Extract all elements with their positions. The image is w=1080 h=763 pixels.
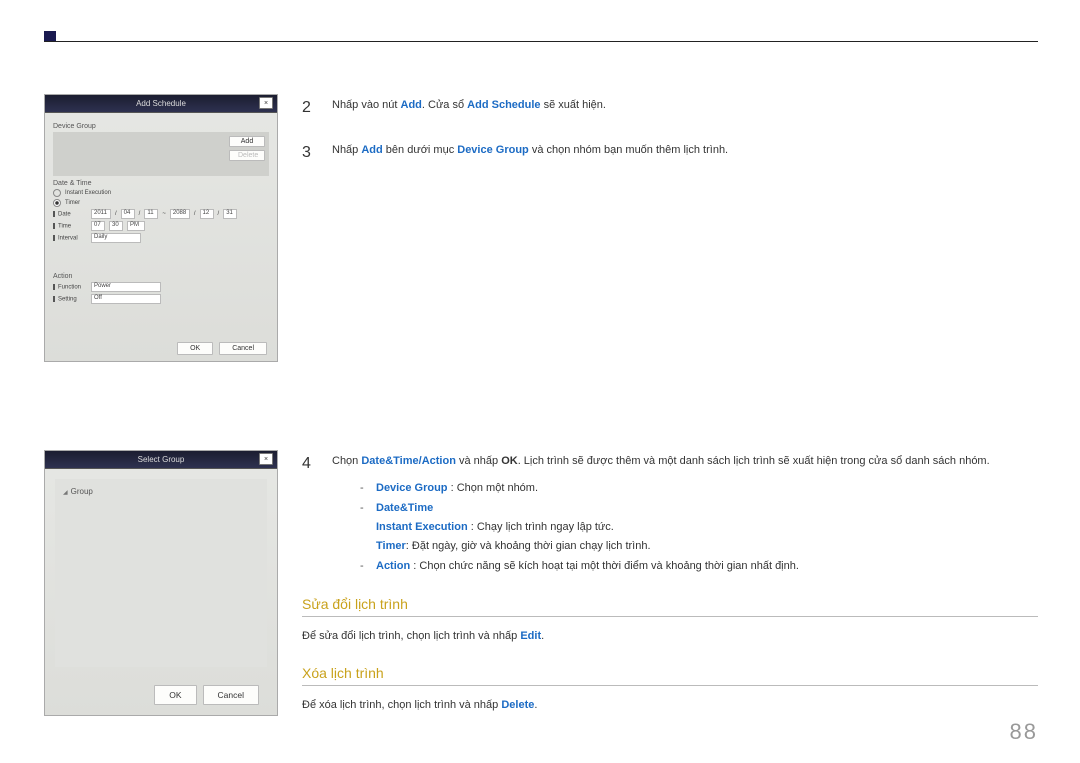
dash-icon: - bbox=[360, 499, 370, 555]
text: sẽ xuất hiện. bbox=[541, 99, 606, 111]
text: : Chạy lịch trình ngay lập tức. bbox=[468, 521, 614, 533]
time-min[interactable]: 30 bbox=[109, 221, 123, 231]
keyword-add-schedule: Add Schedule bbox=[467, 99, 540, 111]
instruction-steps-bottom: 4 Chọn Date&Time/Action và nhấp OK. Lịch… bbox=[302, 450, 1038, 722]
datetime-label: Date & Time bbox=[53, 180, 269, 187]
screenshot-add-schedule: Add Schedule × Device Group Add Delete D… bbox=[44, 94, 278, 362]
date-month-to[interactable]: 12 bbox=[200, 209, 214, 219]
time-ampm[interactable]: PM bbox=[127, 221, 145, 231]
step-body: Nhấp Add bên dưới mục Device Group và ch… bbox=[332, 139, 728, 166]
step-body: Nhấp vào nút Add. Cửa sổ Add Schedule sẽ… bbox=[332, 94, 606, 121]
page-number: 88 bbox=[1010, 719, 1038, 745]
sub-item-datetime: - Date&Time Instant Execution : Chạy lịc… bbox=[360, 499, 990, 555]
date-day-to[interactable]: 31 bbox=[223, 209, 237, 219]
header-accent bbox=[44, 31, 56, 41]
interval-select[interactable]: Daily bbox=[91, 233, 141, 243]
time-label: Time bbox=[53, 223, 87, 230]
tree-root[interactable]: Group bbox=[71, 487, 93, 496]
text: . Cửa sổ bbox=[422, 99, 467, 111]
ok-button[interactable]: OK bbox=[177, 342, 213, 355]
step-number: 4 bbox=[302, 450, 320, 578]
date-label: Date bbox=[53, 211, 87, 218]
cancel-button[interactable]: Cancel bbox=[219, 342, 267, 355]
step-number: 2 bbox=[302, 94, 320, 121]
function-select[interactable]: Power bbox=[91, 282, 161, 292]
text: và chọn nhóm bạn muốn thêm lịch trình. bbox=[529, 144, 728, 156]
step-number: 3 bbox=[302, 139, 320, 166]
keyword-device-group: Device Group bbox=[457, 144, 529, 156]
text: Chọn bbox=[332, 455, 361, 467]
keyword-action: Action bbox=[422, 455, 456, 467]
date-tilde: ~ bbox=[162, 211, 166, 217]
close-icon[interactable]: × bbox=[259, 453, 273, 465]
step-4-sub-list: - Device Group : Chọn một nhóm. - Date&T… bbox=[360, 479, 990, 576]
device-group-box: Add Delete bbox=[53, 132, 269, 176]
step-4: 4 Chọn Date&Time/Action và nhấp OK. Lịch… bbox=[302, 450, 1038, 578]
close-icon[interactable]: × bbox=[259, 97, 273, 109]
text: . bbox=[534, 699, 537, 711]
step-2: 2 Nhấp vào nút Add. Cửa sổ Add Schedule … bbox=[302, 94, 1038, 121]
text: Nhấp vào nút bbox=[332, 99, 401, 111]
header-rule bbox=[44, 41, 1038, 42]
interval-label: Interval bbox=[53, 235, 87, 242]
sub-item-action: - Action : Chọn chức năng sẽ kích hoạt t… bbox=[360, 557, 990, 576]
keyword-action: Action bbox=[376, 560, 410, 572]
radio-instant[interactable] bbox=[53, 189, 61, 197]
radio-timer[interactable] bbox=[53, 199, 61, 207]
delete-button[interactable]: Delete bbox=[229, 150, 265, 161]
cancel-button[interactable]: Cancel bbox=[203, 685, 259, 705]
setting-label: Setting bbox=[53, 296, 87, 303]
date-year-to[interactable]: 2088 bbox=[170, 209, 190, 219]
keyword-ok: OK bbox=[501, 455, 518, 467]
text: Nhấp bbox=[332, 144, 361, 156]
add-button[interactable]: Add bbox=[229, 136, 265, 147]
modify-paragraph: Để sửa đổi lịch trình, chọn lịch trình v… bbox=[302, 627, 1038, 647]
sub-item-device-group: - Device Group : Chọn một nhóm. bbox=[360, 479, 990, 498]
ok-button[interactable]: OK bbox=[154, 685, 196, 705]
dialog-title-bar: Add Schedule × bbox=[45, 95, 277, 113]
text: . bbox=[541, 630, 544, 642]
keyword-instant-execution: Instant Execution bbox=[376, 521, 468, 533]
instant-execution-label: Instant Execution bbox=[65, 190, 111, 196]
chevron-right-icon[interactable]: ◢ bbox=[63, 490, 68, 496]
device-group-label: Device Group bbox=[53, 123, 269, 130]
heading-delete-schedule: Xóa lịch trình bbox=[302, 665, 1038, 686]
dash-icon: - bbox=[360, 479, 370, 498]
heading-modify-schedule: Sửa đổi lịch trình bbox=[302, 596, 1038, 617]
step-3: 3 Nhấp Add bên dưới mục Device Group và … bbox=[302, 139, 1038, 166]
step-body: Chọn Date&Time/Action và nhấp OK. Lịch t… bbox=[332, 450, 990, 578]
dialog-title-bar: Select Group × bbox=[45, 451, 277, 469]
keyword-datetime: Date&Time bbox=[361, 455, 418, 467]
text: : Chọn chức năng sẽ kích hoạt tại một th… bbox=[410, 560, 799, 572]
group-tree-area[interactable]: ◢Group bbox=[55, 479, 267, 667]
keyword-add: Add bbox=[361, 144, 382, 156]
keyword-datetime: Date&Time bbox=[376, 502, 433, 514]
instruction-steps-top: 2 Nhấp vào nút Add. Cửa sổ Add Schedule … bbox=[302, 94, 1038, 184]
keyword-add: Add bbox=[401, 99, 422, 111]
time-hour[interactable]: 07 bbox=[91, 221, 105, 231]
text: bên dưới mục bbox=[383, 144, 458, 156]
dialog-title: Add Schedule bbox=[136, 99, 186, 108]
text: và nhấp bbox=[456, 455, 501, 467]
keyword-device-group: Device Group bbox=[376, 482, 448, 494]
timer-label: Timer bbox=[65, 200, 80, 206]
date-month-from[interactable]: 04 bbox=[121, 209, 135, 219]
screenshot-select-group: Select Group × ◢Group OK Cancel bbox=[44, 450, 278, 716]
text: : Chọn một nhóm. bbox=[448, 482, 539, 494]
keyword-delete: Delete bbox=[501, 699, 534, 711]
keyword-timer: Timer bbox=[376, 540, 406, 552]
text: Để sửa đổi lịch trình, chọn lịch trình v… bbox=[302, 630, 520, 642]
date-year-from[interactable]: 2011 bbox=[91, 209, 111, 219]
delete-paragraph: Để xóa lịch trình, chọn lịch trình và nh… bbox=[302, 696, 1038, 716]
text: : Đặt ngày, giờ và khoảng thời gian chạy… bbox=[406, 540, 651, 552]
setting-select[interactable]: Off bbox=[91, 294, 161, 304]
action-label: Action bbox=[53, 273, 269, 280]
text: Để xóa lịch trình, chọn lịch trình và nh… bbox=[302, 699, 501, 711]
dialog-title: Select Group bbox=[138, 455, 185, 464]
dash-icon: - bbox=[360, 557, 370, 576]
keyword-edit: Edit bbox=[520, 630, 541, 642]
date-day-from[interactable]: 11 bbox=[144, 209, 158, 219]
text: . Lịch trình sẽ được thêm và một danh sá… bbox=[518, 455, 990, 467]
function-label: Function bbox=[53, 284, 87, 291]
